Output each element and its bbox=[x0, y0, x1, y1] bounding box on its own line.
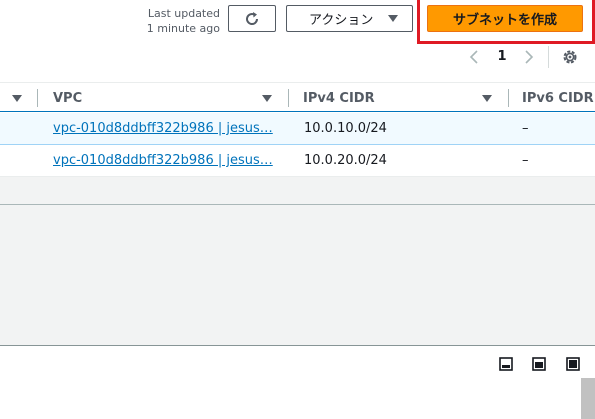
create-subnet-label: サブネットを作成 bbox=[452, 13, 557, 28]
pagination-prev-button[interactable] bbox=[466, 47, 482, 67]
table-header: VPC IPv4 CIDR IPv6 CIDR bbox=[0, 82, 595, 112]
table-row[interactable]: vpc-010d8ddbff322b986 | jesus… 10.0.10.0… bbox=[0, 113, 595, 145]
refresh-icon bbox=[246, 11, 259, 25]
settings-gear-icon bbox=[563, 50, 577, 64]
pagination-next-button[interactable] bbox=[521, 47, 537, 67]
last-updated-label: Last updated bbox=[147, 7, 220, 20]
sort-caret-icon[interactable] bbox=[262, 95, 272, 102]
create-subnet-button[interactable]: サブネットを作成 bbox=[427, 5, 583, 32]
column-divider[interactable] bbox=[37, 89, 38, 107]
column-header-ipv4-cidr[interactable]: IPv4 CIDR bbox=[303, 91, 375, 106]
vpc-link[interactable]: vpc-010d8ddbff322b986 | jesus… bbox=[53, 121, 273, 136]
actions-dropdown-button[interactable]: アクション bbox=[286, 5, 413, 32]
vertical-scrollbar[interactable] bbox=[581, 378, 595, 419]
ipv4-cidr-cell: 10.0.10.0/24 bbox=[304, 121, 387, 136]
refresh-button[interactable] bbox=[228, 5, 276, 32]
sort-caret-icon[interactable] bbox=[12, 95, 22, 102]
pagination-page-1[interactable]: 1 bbox=[494, 48, 510, 66]
view-bottom-panel-icon bbox=[499, 357, 513, 371]
column-divider[interactable] bbox=[508, 89, 509, 107]
sort-caret-icon[interactable] bbox=[482, 95, 492, 102]
actions-label: アクション bbox=[309, 13, 374, 28]
ipv6-cidr-cell: – bbox=[522, 121, 529, 136]
table-row[interactable]: vpc-010d8ddbff322b986 | jesus… 10.0.20.0… bbox=[0, 145, 595, 177]
view-split-icon bbox=[532, 357, 546, 371]
column-divider[interactable] bbox=[288, 89, 289, 107]
view-split-button[interactable] bbox=[531, 356, 547, 372]
chevron-right-icon bbox=[525, 50, 534, 64]
empty-table-area bbox=[0, 205, 595, 345]
pagination-divider bbox=[548, 46, 549, 68]
last-updated-time: 1 minute ago bbox=[146, 22, 220, 35]
view-full-icon bbox=[566, 357, 580, 371]
view-bottom-panel-button[interactable] bbox=[498, 356, 514, 372]
ipv6-cidr-cell: – bbox=[522, 153, 529, 168]
ipv4-cidr-cell: 10.0.20.0/24 bbox=[304, 153, 387, 168]
last-updated-text: Last updated 1 minute ago bbox=[140, 6, 220, 36]
vpc-link[interactable]: vpc-010d8ddbff322b986 | jesus… bbox=[53, 153, 273, 168]
column-header-vpc[interactable]: VPC bbox=[53, 91, 82, 106]
view-full-button[interactable] bbox=[565, 356, 581, 372]
table-horizontal-scroll-area[interactable] bbox=[0, 177, 595, 205]
column-header-ipv6-cidr[interactable]: IPv6 CIDR bbox=[522, 91, 594, 106]
preferences-button[interactable] bbox=[560, 47, 580, 67]
caret-down-icon bbox=[388, 15, 398, 22]
chevron-left-icon bbox=[469, 50, 478, 64]
